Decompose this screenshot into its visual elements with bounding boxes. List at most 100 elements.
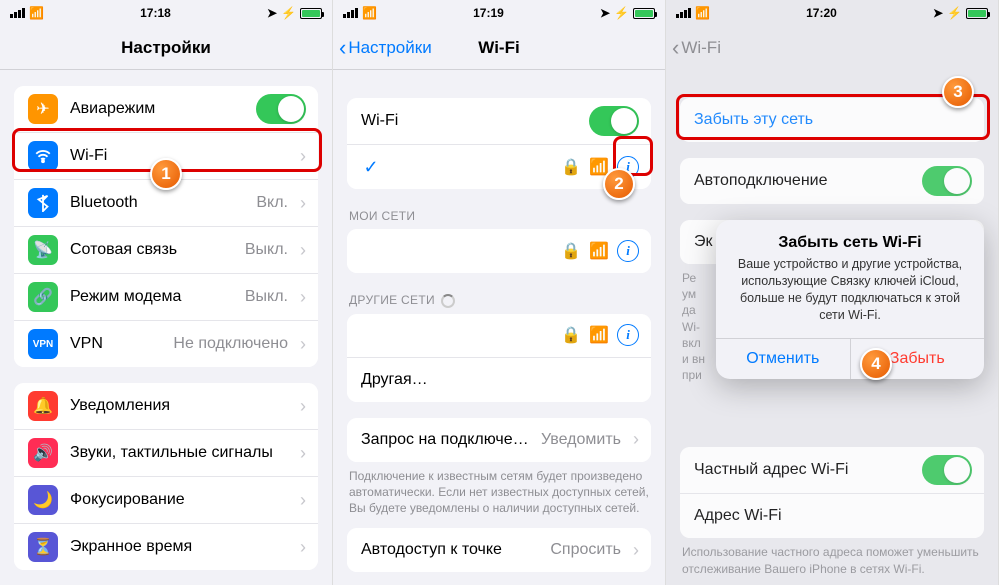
chevron-right-icon: › [300, 396, 306, 417]
chevron-right-icon: › [633, 540, 639, 561]
wifi-signal-icon: 📶 [589, 325, 609, 345]
alert-cancel-button[interactable]: Отменить [716, 339, 851, 379]
forget-link[interactable]: Забыть эту сеть [694, 111, 972, 129]
row-other-network[interactable]: 🔒 📶 i [347, 314, 651, 358]
screen-network-detail: 📶 17:20 ➤ ⚡ ‹ Wi-Fi Забыть эту сеть Авто… [666, 0, 999, 585]
charging-icon: ⚡ [281, 6, 296, 20]
status-bar: 📶 17:20 ➤ ⚡ [666, 0, 998, 26]
location-icon: ➤ [600, 6, 610, 20]
chevron-right-icon: › [300, 193, 306, 214]
row-private-address[interactable]: Частный адрес Wi-Fi [680, 447, 984, 494]
screen-wifi: 📶 17:19 ➤ ⚡ ‹ Настройки Wi-Fi Wi-Fi ✓ 🔒 [333, 0, 666, 585]
lock-icon: 🔒 [561, 157, 581, 177]
wifi-icon [28, 141, 58, 171]
row-auto-join[interactable]: Автоподключение [680, 158, 984, 204]
bluetooth-icon [28, 188, 58, 218]
vpn-icon: VPN [28, 329, 58, 359]
charging-icon: ⚡ [614, 6, 629, 20]
row-wifi-toggle[interactable]: Wi-Fi [347, 98, 651, 145]
airplane-icon: ✈ [28, 94, 58, 124]
settings-list[interactable]: ✈ Авиарежим Wi-Fi › Bluetooth Вкл. › [0, 70, 332, 585]
speaker-icon: 🔊 [28, 438, 58, 468]
wifi-signal-icon: 📶 [589, 241, 609, 261]
row-label: VPN [70, 335, 161, 353]
row-label: Фокусирование [70, 491, 288, 509]
wifi-toggle[interactable] [589, 106, 639, 136]
row-sounds[interactable]: 🔊 Звуки, тактильные сигналы › [14, 430, 318, 477]
chevron-right-icon: › [300, 287, 306, 308]
chevron-right-icon: › [300, 146, 306, 167]
status-bar: 📶 17:18 ➤ ⚡ [0, 0, 332, 26]
info-button[interactable]: i [617, 156, 639, 178]
screen-settings: 📶 17:18 ➤ ⚡ Настройки ✈ Авиарежим Wi-Fi … [0, 0, 333, 585]
row-focus[interactable]: 🌙 Фокусирование › [14, 477, 318, 524]
battery-icon [300, 8, 322, 19]
chevron-right-icon: › [633, 429, 639, 450]
row-value: Спросить [550, 541, 621, 559]
chevron-right-icon: › [300, 490, 306, 511]
back-button[interactable]: ‹ Wi-Fi [672, 26, 721, 70]
row-label: Частный адрес Wi-Fi [694, 461, 910, 479]
row-forget-network[interactable]: Забыть эту сеть [680, 98, 984, 142]
info-button[interactable]: i [617, 324, 639, 346]
moon-icon: 🌙 [28, 485, 58, 515]
antenna-icon: 📡 [28, 235, 58, 265]
auto-join-toggle[interactable] [922, 166, 972, 196]
back-button[interactable]: ‹ Настройки [339, 26, 432, 70]
row-label: Авиарежим [70, 100, 244, 118]
row-vpn[interactable]: VPN VPN Не подключено › [14, 321, 318, 367]
back-label: Настройки [348, 38, 431, 58]
info-button[interactable]: i [617, 240, 639, 262]
row-wifi-address[interactable]: Адрес Wi-Fi [680, 494, 984, 538]
row-cellular[interactable]: 📡 Сотовая связь Выкл. › [14, 227, 318, 274]
chevron-right-icon: › [300, 537, 306, 558]
airplane-toggle[interactable] [256, 94, 306, 124]
lock-icon: 🔒 [561, 241, 581, 261]
row-my-network[interactable]: 🔒 📶 i [347, 229, 651, 273]
status-time: 17:19 [473, 6, 504, 20]
ask-join-footer: Подключение к известным сетям будет прои… [333, 462, 665, 521]
nav-header: ‹ Настройки Wi-Fi [333, 26, 665, 70]
row-value: Не подключено [173, 335, 288, 353]
row-hotspot[interactable]: 🔗 Режим модема Выкл. › [14, 274, 318, 321]
row-label: Автодоступ к точке [361, 541, 538, 559]
row-label: Автоподключение [694, 172, 910, 190]
chevron-left-icon: ‹ [672, 37, 679, 59]
row-value: Уведомить [541, 431, 621, 449]
wifi-status-icon: 📶 [695, 6, 710, 20]
row-screentime[interactable]: ⏳ Экранное время › [14, 524, 318, 570]
section-header-other: ДРУГИЕ СЕТИ [333, 289, 665, 314]
row-notifications[interactable]: 🔔 Уведомления › [14, 383, 318, 430]
row-airplane[interactable]: ✈ Авиарежим [14, 86, 318, 133]
location-icon: ➤ [933, 6, 943, 20]
alert-forget-button[interactable]: Забыть [851, 339, 985, 379]
row-other[interactable]: Другая… [347, 358, 651, 402]
private-address-toggle[interactable] [922, 455, 972, 485]
row-label: Bluetooth [70, 194, 244, 212]
battery-icon [633, 8, 655, 19]
nav-header: ‹ Wi-Fi [666, 26, 998, 70]
row-bluetooth[interactable]: Bluetooth Вкл. › [14, 180, 318, 227]
checkmark-icon: ✓ [361, 157, 381, 178]
charging-icon: ⚡ [947, 6, 962, 20]
page-title: Wi-Fi [478, 38, 519, 58]
location-icon: ➤ [267, 6, 277, 20]
bell-icon: 🔔 [28, 391, 58, 421]
nav-header: Настройки [0, 26, 332, 70]
link-icon: 🔗 [28, 282, 58, 312]
row-ask-join[interactable]: Запрос на подключение Уведомить › [347, 418, 651, 462]
row-auto-hotspot[interactable]: Автодоступ к точке Спросить › [347, 528, 651, 572]
row-label: Уведомления [70, 397, 288, 415]
section-header-my: МОИ СЕТИ [333, 205, 665, 229]
row-connected-network[interactable]: ✓ 🔒 📶 i [347, 145, 651, 189]
row-label: Звуки, тактильные сигналы [70, 444, 288, 462]
spinner-icon [441, 294, 455, 308]
status-time: 17:18 [140, 6, 171, 20]
row-value: Выкл. [245, 241, 288, 259]
row-label: Режим модема [70, 288, 233, 306]
cellular-signal-icon [343, 8, 358, 18]
cellular-signal-icon [10, 8, 25, 18]
row-wifi[interactable]: Wi-Fi › [14, 133, 318, 180]
cellular-signal-icon [676, 8, 691, 18]
forget-alert: Забыть сеть Wi-Fi Ваше устройство и друг… [716, 220, 984, 379]
